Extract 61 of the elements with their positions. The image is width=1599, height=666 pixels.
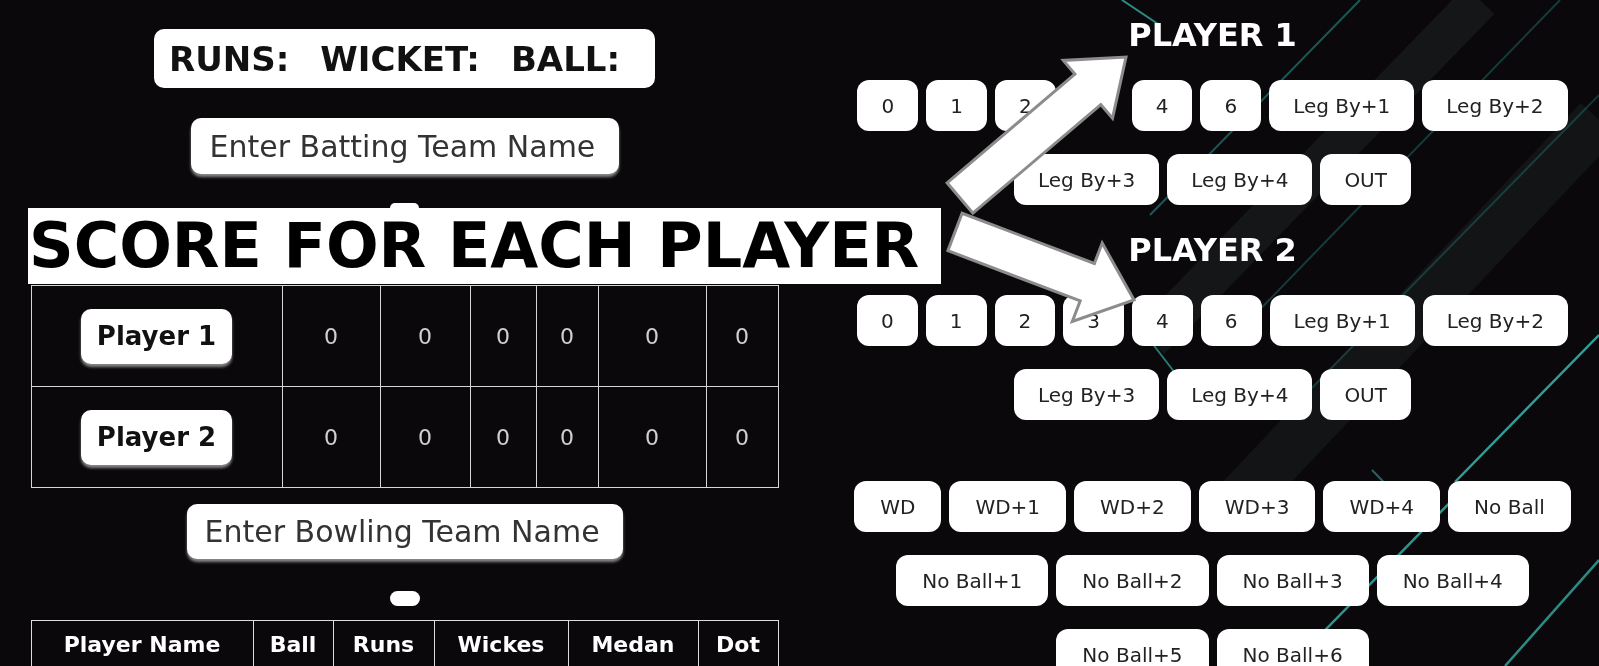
score-button[interactable]: Leg By+3: [1014, 154, 1160, 205]
player-button[interactable]: Player 2: [80, 409, 233, 465]
column-header: Player Name: [31, 620, 253, 666]
score-button[interactable]: OUT: [1320, 369, 1411, 420]
column-header: Dot: [698, 620, 778, 666]
score-button[interactable]: 4: [1132, 295, 1193, 346]
extra-button[interactable]: No Ball+4: [1376, 555, 1529, 606]
team-name-field[interactable]: Enter Bowling Team Name: [186, 504, 623, 559]
score-button[interactable]: Leg By+3: [1014, 369, 1160, 420]
score-button[interactable]: 6: [1200, 80, 1262, 131]
score-button[interactable]: 1: [925, 295, 987, 346]
extra-button[interactable]: WD+1: [949, 481, 1067, 532]
table-cell: 0: [598, 386, 706, 488]
score-button[interactable]: 0: [857, 295, 918, 346]
column-header: Runs: [333, 620, 434, 666]
table-cell: 0: [706, 285, 778, 387]
small-button[interactable]: [390, 203, 419, 208]
score-button[interactable]: Leg By+2: [1422, 80, 1568, 131]
score-button[interactable]: 0: [857, 80, 919, 131]
score-label: WICKET:: [320, 41, 480, 76]
table-cell: 0: [598, 285, 706, 387]
column-header: Ball: [253, 620, 333, 666]
team-name-field[interactable]: Enter Batting Team Name: [190, 118, 619, 174]
table-cell: 0: [282, 285, 380, 387]
score-button[interactable]: Leg By+2: [1422, 295, 1568, 346]
score-button[interactable]: Leg By+1: [1269, 80, 1415, 131]
column-header: Wickes: [434, 620, 568, 666]
table-cell: 0: [536, 386, 598, 488]
extra-button[interactable]: No Ball+6: [1216, 629, 1369, 666]
extra-button[interactable]: WD+4: [1323, 481, 1441, 532]
extra-button[interactable]: No Ball+1: [896, 555, 1049, 606]
column-header: Medan: [568, 620, 698, 666]
score-button[interactable]: 4: [1131, 80, 1193, 131]
extra-button[interactable]: WD+3: [1198, 481, 1316, 532]
score-button[interactable]: Leg By+4: [1167, 154, 1313, 205]
player-title: PLAYER 1: [1128, 19, 1297, 51]
player-title: PLAYER 2: [1128, 234, 1297, 266]
caption-banner: SCORE FOR EACH PLAYER: [28, 208, 941, 284]
score-label: BALL:: [510, 41, 621, 76]
table-cell: 0: [282, 386, 380, 488]
small-button[interactable]: [389, 591, 420, 606]
table-cell: 0: [470, 285, 536, 387]
score-button[interactable]: 1: [926, 80, 987, 131]
score-button[interactable]: OUT: [1320, 154, 1411, 205]
table-cell: 0: [380, 386, 470, 488]
extra-button[interactable]: WD: [854, 481, 942, 532]
extra-button[interactable]: WD+2: [1074, 481, 1191, 532]
player-button[interactable]: Player 1: [80, 308, 233, 364]
extra-button[interactable]: No Ball+5: [1056, 629, 1209, 666]
extra-button[interactable]: No Ball: [1448, 481, 1571, 532]
score-button[interactable]: Leg By+1: [1269, 295, 1415, 346]
score-label: RUNS:: [169, 41, 290, 76]
extra-button[interactable]: No Ball+2: [1056, 555, 1209, 606]
score-button[interactable]: Leg By+4: [1167, 369, 1313, 420]
table-cell: 0: [470, 386, 536, 488]
extra-button[interactable]: No Ball+3: [1216, 555, 1369, 606]
table-cell: 0: [536, 285, 598, 387]
table-cell: 0: [706, 386, 778, 488]
score-button[interactable]: 6: [1200, 295, 1262, 346]
table-cell: 0: [380, 285, 470, 387]
score-button[interactable]: 2: [994, 295, 1056, 346]
